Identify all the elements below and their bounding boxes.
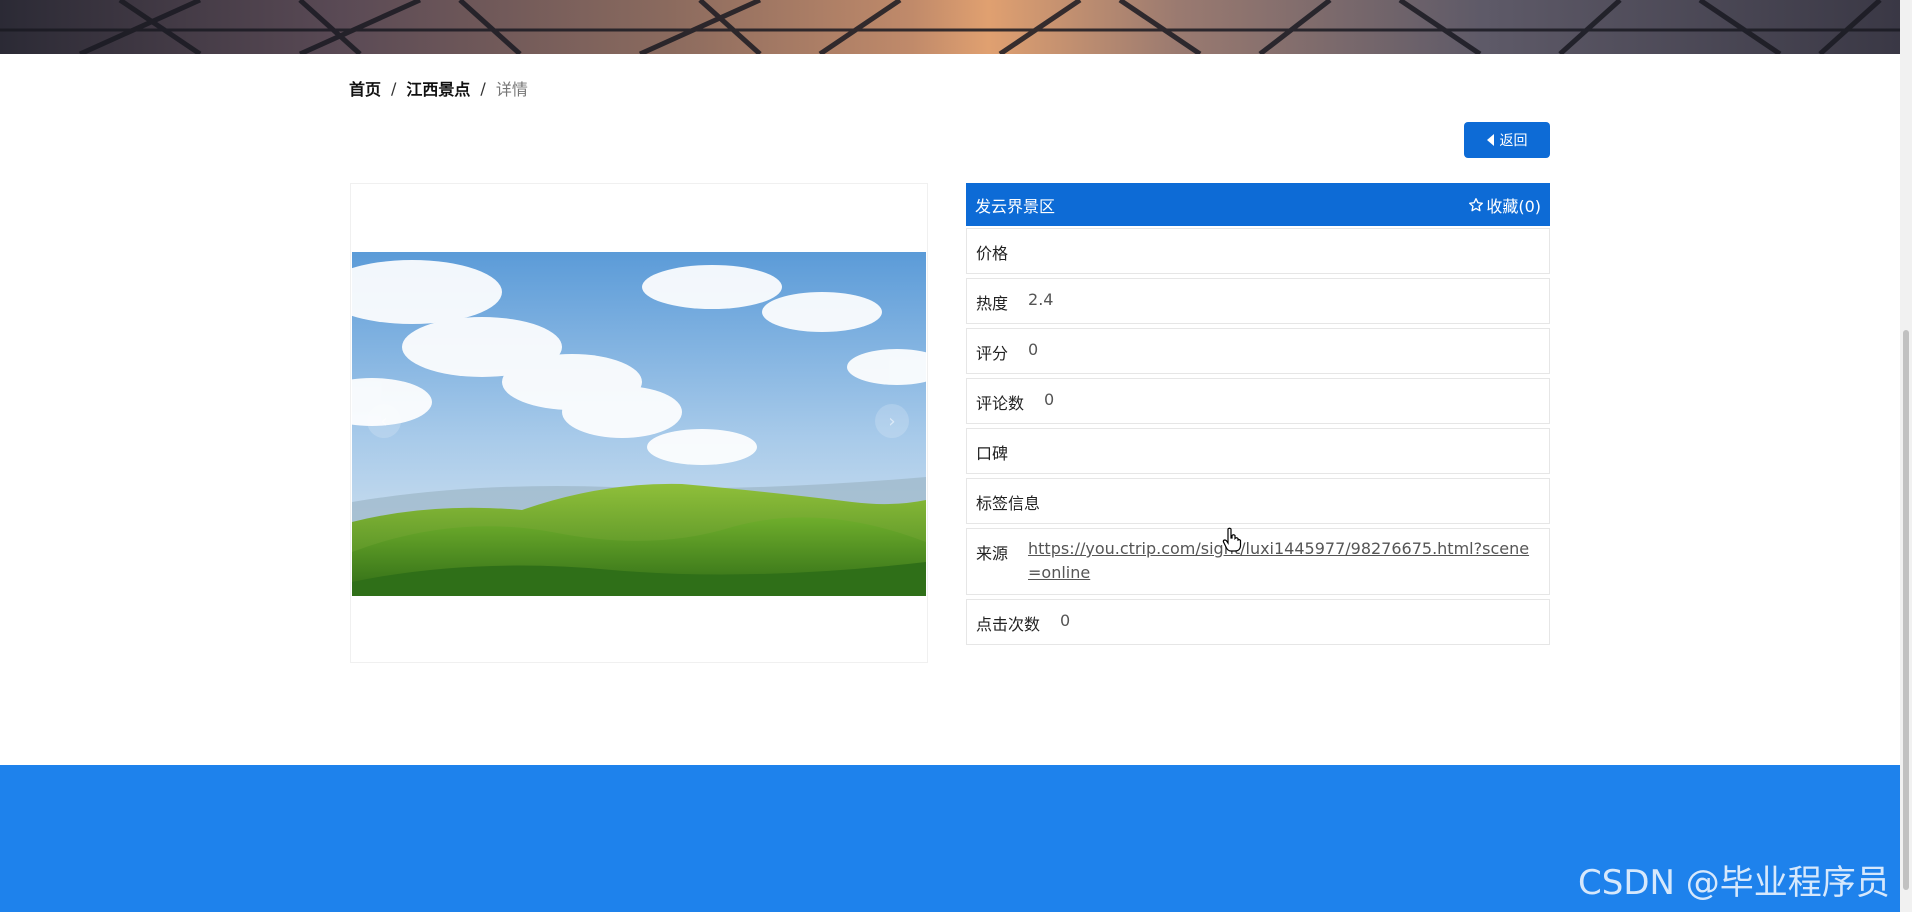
carousel-prev-button[interactable]: ‹ xyxy=(367,404,401,438)
back-button-label: 返回 xyxy=(1499,133,1528,149)
scenic-photo xyxy=(352,252,926,596)
favorite-button[interactable]: 收藏(0) xyxy=(1468,193,1541,217)
breadcrumb-home-link[interactable]: 首页 xyxy=(349,76,381,100)
source-link[interactable]: https://you.ctrip.com/sight/luxi1445977/… xyxy=(1028,537,1538,585)
info-label: 来源 xyxy=(976,544,1009,563)
scenic-title: 发云界景区 xyxy=(975,196,1056,216)
info-row-rating: 评分 0 xyxy=(966,328,1550,374)
image-carousel: ‹ › xyxy=(350,183,928,663)
caret-left-icon xyxy=(1486,134,1494,146)
breadcrumb: 首页 / 江西景点 / 详情 xyxy=(349,76,528,100)
top-banner-image xyxy=(0,0,1900,54)
info-value: 0 xyxy=(1028,340,1039,359)
info-row-tags: 标签信息 xyxy=(966,478,1550,524)
info-header: 发云界景区 收藏(0) xyxy=(966,183,1550,226)
info-row-price: 价格 xyxy=(966,228,1550,274)
info-label: 点击次数 xyxy=(976,615,1041,634)
info-label: 评分 xyxy=(976,344,1009,363)
info-row-click-count: 点击次数 0 xyxy=(966,599,1550,645)
breadcrumb-current: 详情 xyxy=(495,80,528,99)
breadcrumb-separator: / xyxy=(391,78,397,98)
info-value: 0 xyxy=(1044,390,1055,409)
info-label: 评论数 xyxy=(976,394,1025,413)
info-row-comment-count: 评论数 0 xyxy=(966,378,1550,424)
breadcrumb-separator: / xyxy=(480,78,486,98)
info-label: 口碑 xyxy=(976,444,1009,463)
page-scrollbar[interactable] xyxy=(1900,0,1912,912)
carousel-next-button[interactable]: › xyxy=(875,404,909,438)
star-outline-icon xyxy=(1469,197,1484,211)
info-value: 2.4 xyxy=(1028,290,1054,309)
hand-pointer-cursor-icon xyxy=(1222,527,1242,552)
info-label: 价格 xyxy=(976,244,1009,263)
watermark: CSDN @毕业程序员 xyxy=(1578,863,1890,903)
breadcrumb-category-link[interactable]: 江西景点 xyxy=(406,76,470,100)
info-row-heat: 热度 2.4 xyxy=(966,278,1550,324)
info-label: 热度 xyxy=(976,294,1009,313)
favorite-label: 收藏(0) xyxy=(1486,196,1541,216)
scrollbar-thumb[interactable] xyxy=(1903,330,1909,890)
info-label: 标签信息 xyxy=(976,494,1041,513)
back-button[interactable]: 返回 xyxy=(1464,122,1550,158)
info-value: 0 xyxy=(1060,611,1071,630)
info-row-source: 来源 https://you.ctrip.com/sight/luxi14459… xyxy=(966,528,1550,595)
scenic-info-panel: 发云界景区 收藏(0) 价格 热度 2.4 评分 0 评论数 0 口碑 标签信息… xyxy=(966,183,1550,649)
info-row-reputation: 口碑 xyxy=(966,428,1550,474)
